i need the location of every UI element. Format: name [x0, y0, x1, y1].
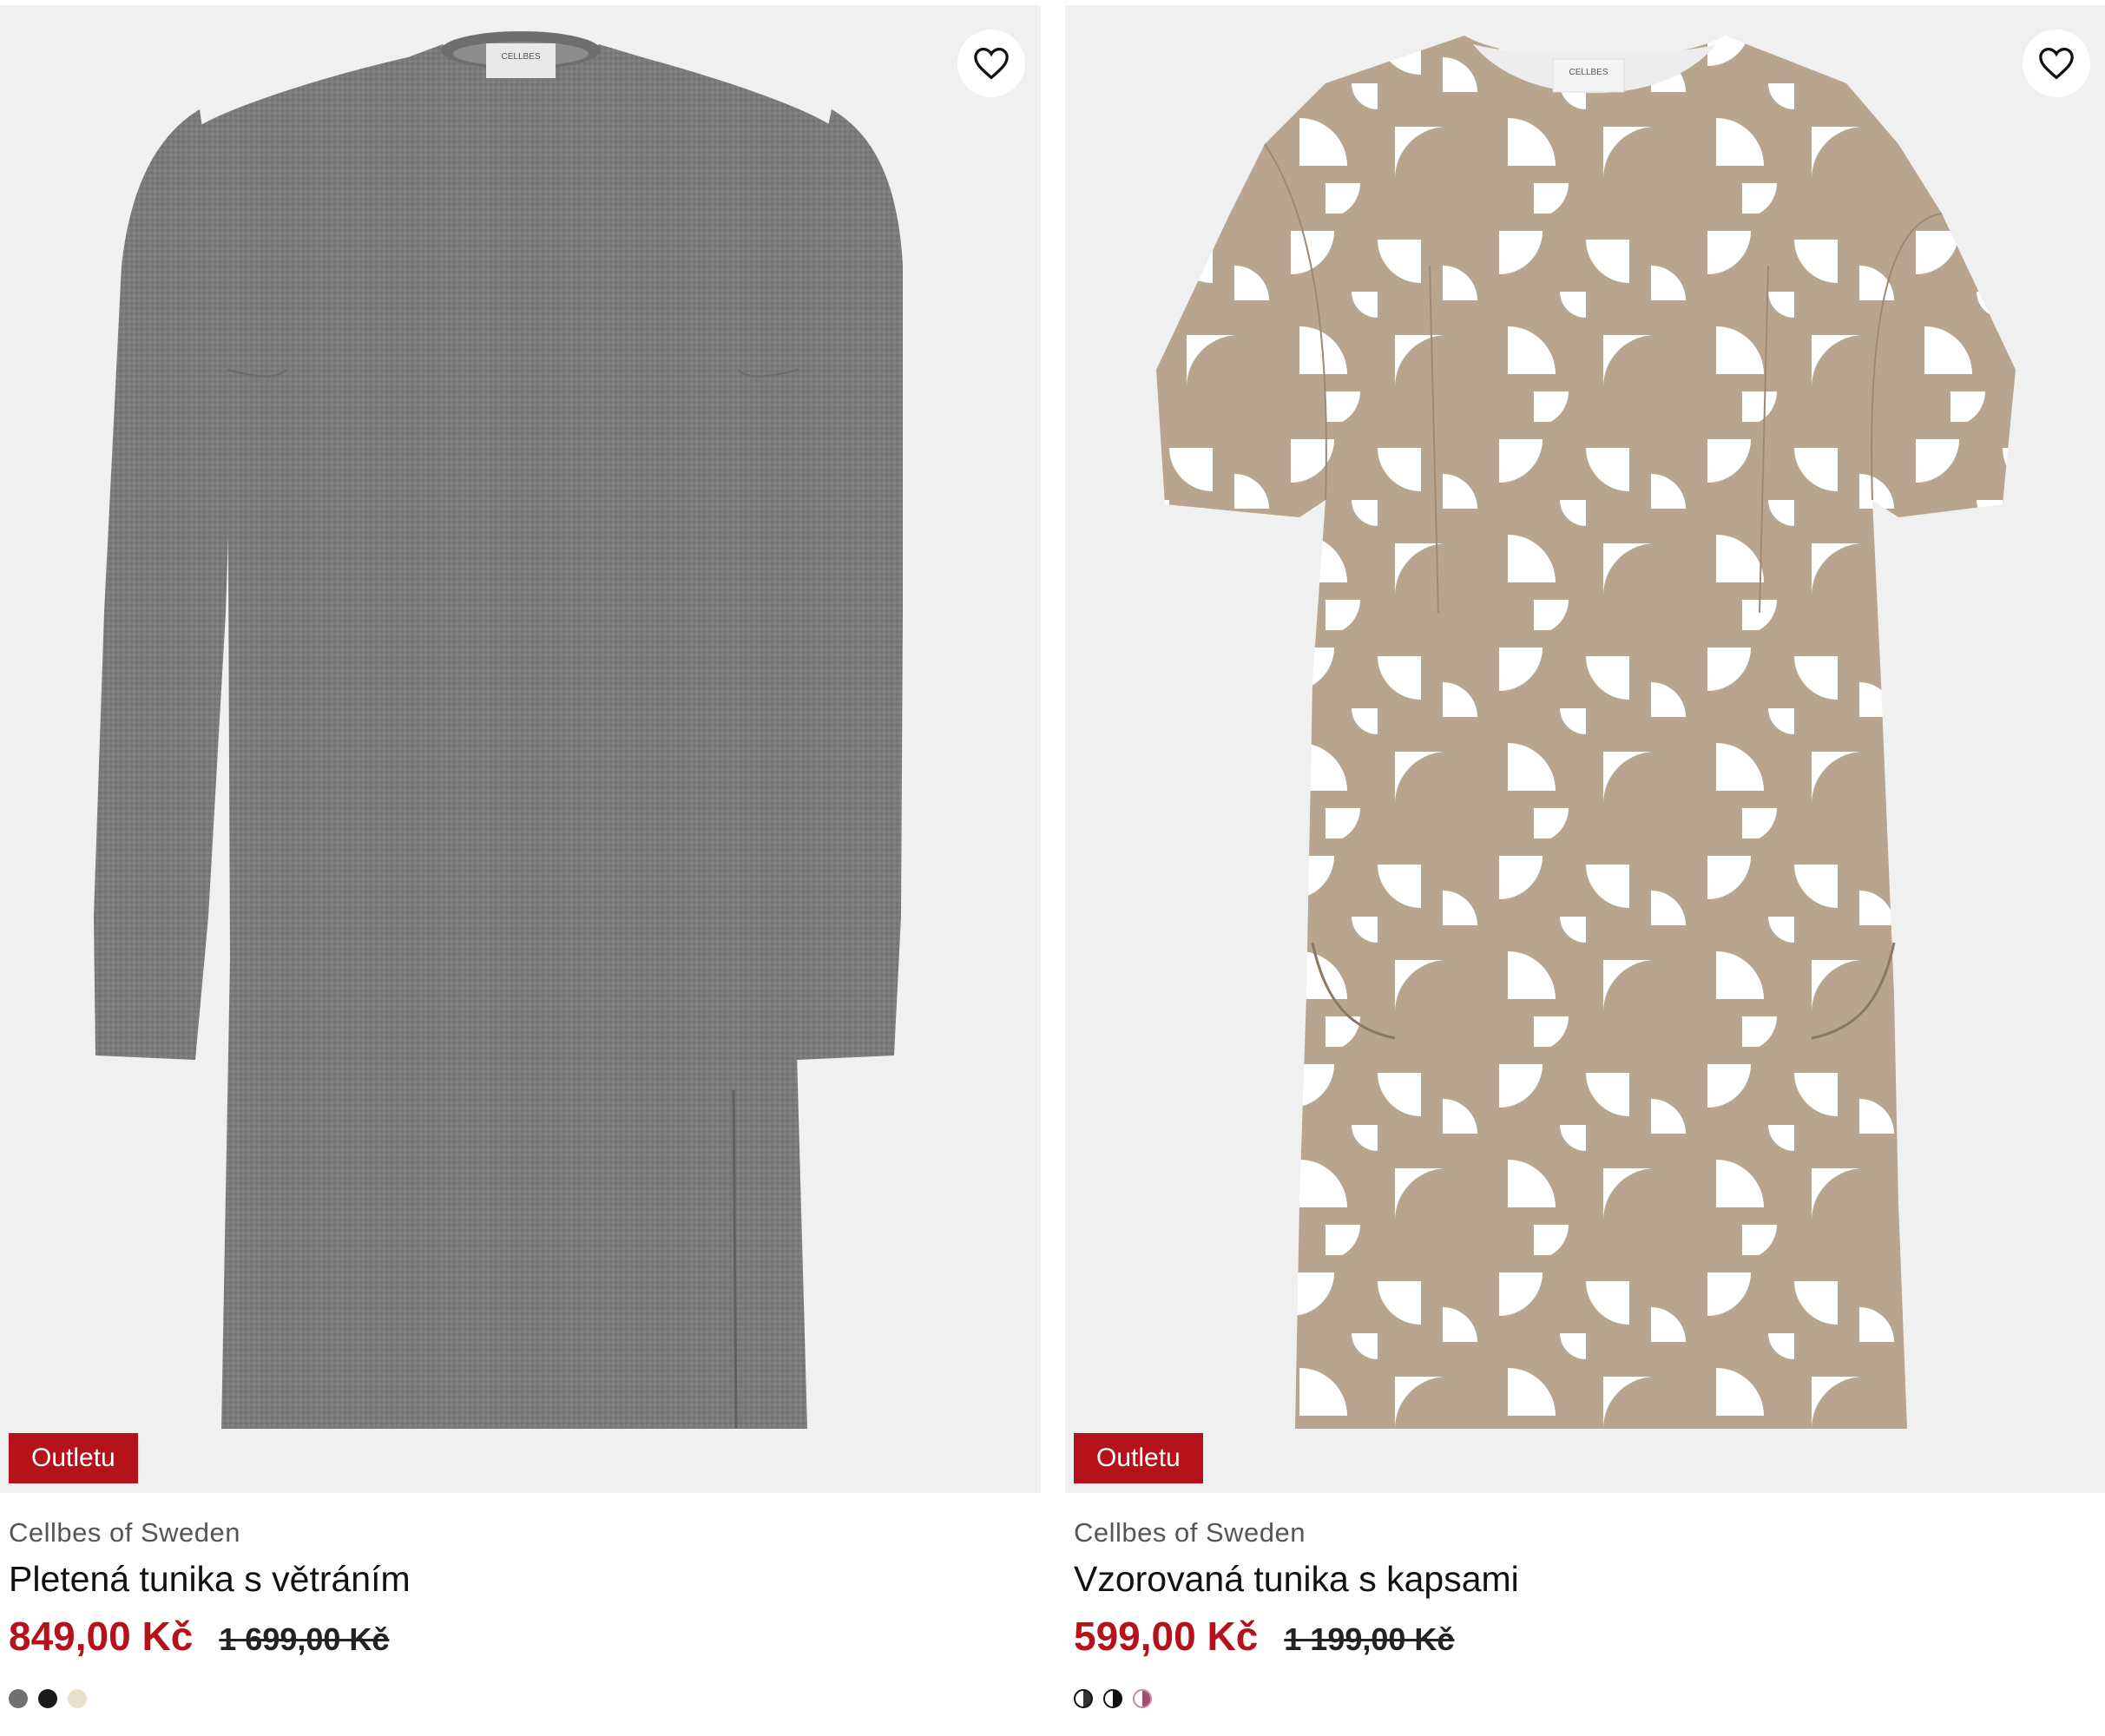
product-card[interactable]: CELLBES Outletu Cellbes of Sweden Pleten…: [0, 0, 1041, 1736]
color-swatch-pink-white[interactable]: [1133, 1689, 1152, 1708]
product-title[interactable]: Pletená tunika s větráním: [9, 1559, 411, 1600]
heart-outline-icon: [974, 47, 1009, 80]
product-image[interactable]: CELLBES Outletu: [0, 5, 1041, 1493]
favorite-button[interactable]: [2023, 30, 2090, 97]
outlet-badge: Outletu: [1074, 1433, 1203, 1483]
grey-knit-tunic-image: CELLBES: [94, 31, 903, 1430]
color-swatch-grey-white[interactable]: [1074, 1689, 1093, 1708]
sale-price: 599,00 Kč: [1074, 1614, 1259, 1659]
favorite-button[interactable]: [957, 30, 1025, 97]
color-swatch-black[interactable]: [38, 1689, 57, 1708]
color-swatch-grey[interactable]: [9, 1689, 28, 1708]
color-swatch-black-white[interactable]: [1103, 1689, 1122, 1708]
price-row: 849,00 Kč 1 699,00 Kč: [9, 1613, 389, 1660]
original-price: 1 199,00 Kč: [1284, 1621, 1455, 1657]
price-row: 599,00 Kč 1 199,00 Kč: [1074, 1613, 1454, 1660]
product-grid: CELLBES Outletu Cellbes of Sweden Pleten…: [0, 0, 2105, 1736]
color-swatch-beige[interactable]: [68, 1689, 87, 1708]
original-price: 1 699,00 Kč: [219, 1621, 390, 1657]
sale-price: 849,00 Kč: [9, 1614, 194, 1659]
heart-outline-icon: [2039, 47, 2074, 80]
color-swatches: [9, 1689, 87, 1708]
garment-label-text: CELLBES: [501, 52, 540, 62]
garment-label-text: CELLBES: [1569, 68, 1608, 77]
product-image[interactable]: CELLBES Outletu: [1065, 5, 2105, 1493]
product-title[interactable]: Vzorovaná tunika s kapsami: [1074, 1559, 1519, 1600]
brand-name: Cellbes of Sweden: [9, 1517, 240, 1548]
color-swatches: [1074, 1689, 1152, 1708]
brand-name: Cellbes of Sweden: [1074, 1517, 1306, 1548]
product-card[interactable]: CELLBES Outletu Cellbes of Sweden Vzorov…: [1065, 0, 2105, 1736]
patterned-tunic-image: CELLBES: [1156, 36, 2016, 1429]
outlet-badge: Outletu: [9, 1433, 138, 1483]
